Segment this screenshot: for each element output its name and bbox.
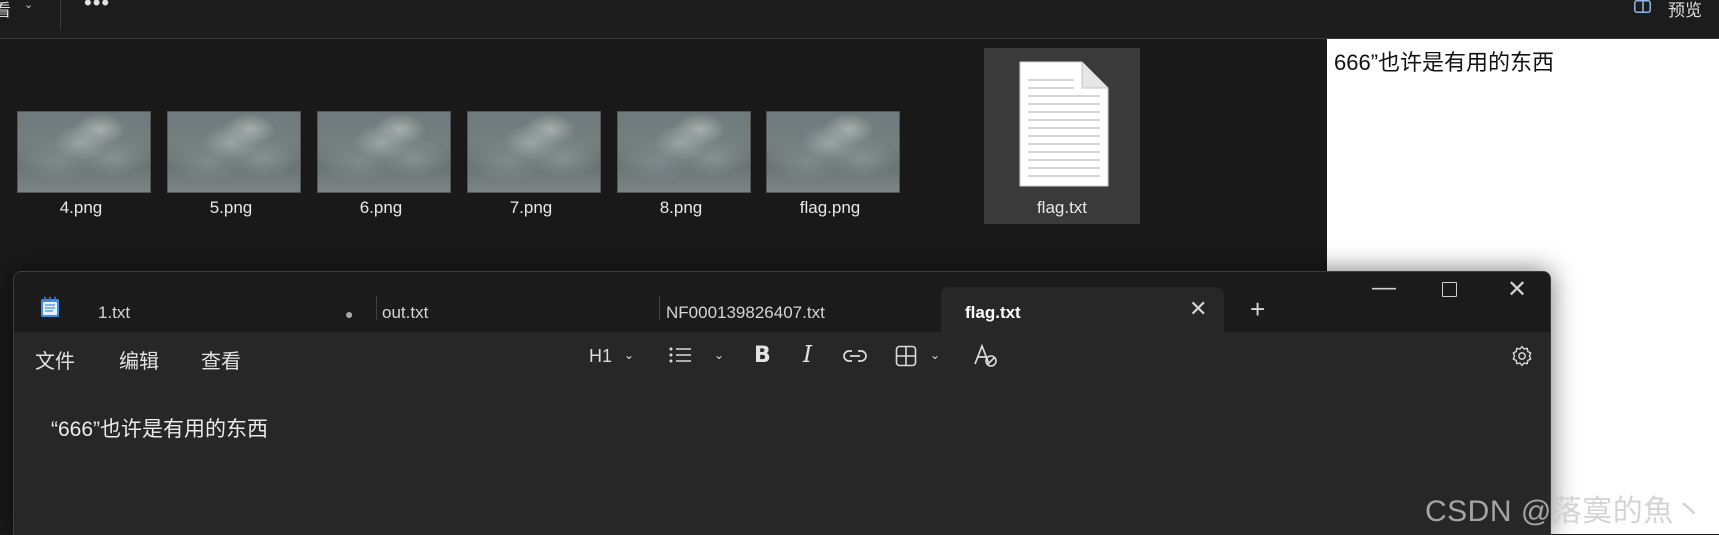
unsaved-dot-icon: ●: [345, 306, 354, 322]
tab-1-txt[interactable]: 1.txt ●: [98, 287, 368, 332]
notepad-titlebar[interactable]: 1.txt ● out.txt NF000139826407.txt flag.…: [14, 272, 1550, 332]
tab-out-txt[interactable]: out.txt: [382, 287, 652, 332]
chevron-down-icon[interactable]: ⌄: [930, 348, 940, 380]
file-name: 5.png: [209, 198, 253, 217]
tab-label: NF000139826407.txt: [666, 303, 825, 322]
menu-file[interactable]: 文件: [35, 345, 75, 374]
file-item[interactable]: 4.png: [3, 44, 159, 220]
italic-button[interactable]: I: [803, 342, 812, 374]
explorer-toolbar: 看 ⌄ ••• 预览: [0, 0, 1719, 39]
text-file-icon: [1019, 61, 1109, 187]
menu-edit[interactable]: 编辑: [119, 345, 159, 374]
file-item[interactable]: 5.png: [153, 44, 309, 220]
file-item-selected[interactable]: flag.txt: [984, 48, 1140, 224]
image-thumbnail: [17, 111, 151, 193]
list-icon[interactable]: [669, 346, 693, 364]
bold-button[interactable]: B: [754, 343, 771, 375]
file-item[interactable]: 7.png: [453, 44, 609, 220]
chevron-down-icon[interactable]: ⌄: [624, 348, 634, 380]
file-item[interactable]: flag.png: [752, 44, 908, 220]
notepad-app-icon: [41, 296, 59, 317]
link-icon[interactable]: [842, 348, 868, 364]
image-thumbnail: [617, 111, 751, 193]
preview-pane-icon: [1634, 0, 1651, 13]
chevron-down-icon[interactable]: ⌄: [24, 0, 33, 11]
image-thumbnail: [167, 111, 301, 193]
preview-content: 666”也许是有用的东西: [1334, 50, 1555, 75]
image-thumbnail: [467, 111, 601, 193]
preview-pane-label: 预览: [1668, 1, 1702, 20]
table-icon[interactable]: [895, 345, 917, 367]
clear-formatting-icon[interactable]: [972, 344, 998, 368]
chevron-down-icon[interactable]: ⌄: [714, 348, 724, 380]
heading-dropdown[interactable]: H1: [589, 346, 612, 378]
notepad-menubar: 文件 编辑 查看 H1 ⌄ ⌄ B I ⌄: [14, 332, 1550, 380]
notepad-window: 1.txt ● out.txt NF000139826407.txt flag.…: [13, 271, 1551, 535]
file-name: 7.png: [509, 198, 553, 217]
settings-gear-icon[interactable]: [1510, 344, 1534, 368]
file-name: 8.png: [659, 198, 703, 217]
tab-label: out.txt: [382, 303, 429, 322]
file-name: flag.txt: [1036, 198, 1088, 217]
minimize-button[interactable]: —: [1372, 274, 1396, 302]
image-thumbnail: [766, 111, 900, 193]
tab-divider: [659, 296, 660, 320]
maximize-button[interactable]: [1442, 282, 1457, 297]
close-tab-icon[interactable]: ✕: [1189, 296, 1207, 322]
file-name: 6.png: [359, 198, 403, 217]
file-item[interactable]: 8.png: [603, 44, 759, 220]
file-name: 4.png: [59, 198, 103, 217]
watermark-text: CSDN @落寞的魚丶: [1425, 495, 1705, 528]
more-options-button[interactable]: •••: [84, 0, 110, 16]
tab-nf-txt[interactable]: NF000139826407.txt: [666, 287, 946, 332]
new-tab-button[interactable]: +: [1250, 294, 1265, 325]
close-window-button[interactable]: ✕: [1507, 275, 1527, 304]
tab-label: 1.txt: [98, 303, 131, 322]
editor-content[interactable]: “666”也许是有用的东西: [51, 413, 268, 443]
view-menu-button[interactable]: 看: [0, 0, 11, 21]
image-thumbnail: [317, 111, 451, 193]
tab-flag-txt-active[interactable]: flag.txt ✕: [941, 287, 1224, 332]
file-item[interactable]: 6.png: [303, 44, 459, 220]
toolbar-divider: [60, 0, 61, 30]
text-editor[interactable]: “666”也许是有用的东西: [14, 380, 1550, 535]
tab-divider: [376, 296, 377, 320]
file-name: flag.png: [799, 198, 861, 217]
tab-label: flag.txt: [965, 303, 1021, 322]
menu-view[interactable]: 查看: [201, 345, 241, 374]
